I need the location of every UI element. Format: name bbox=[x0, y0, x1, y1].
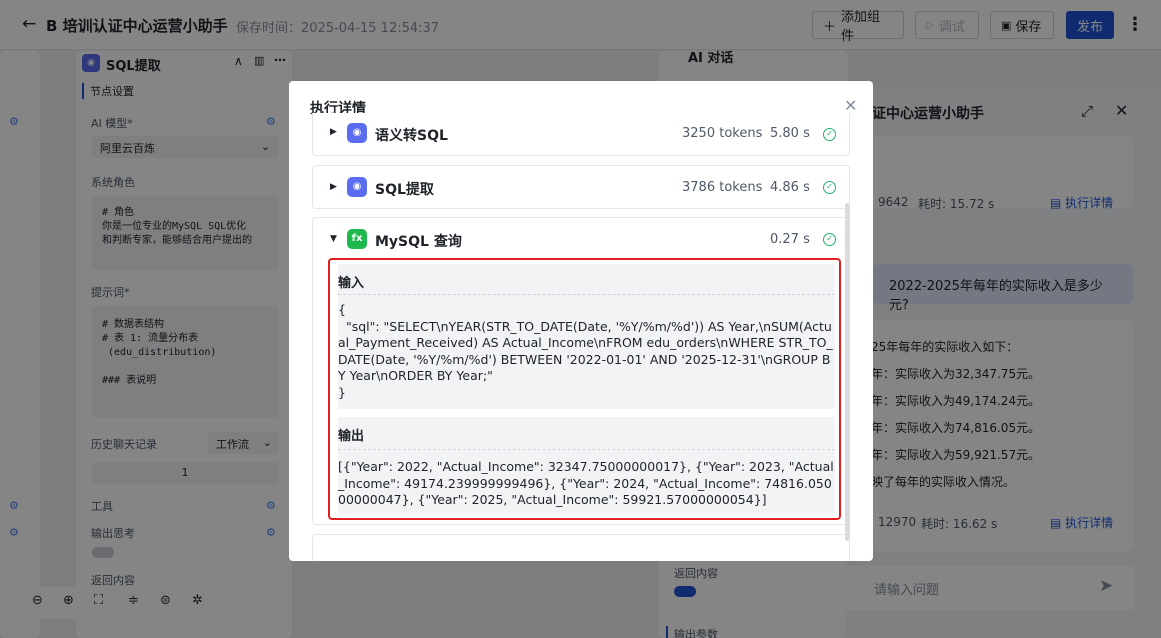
caret-right-icon[interactable]: ▶ bbox=[330, 182, 337, 192]
caret-down-icon[interactable]: ▼ bbox=[330, 234, 337, 244]
check-icon: ✓ bbox=[823, 128, 836, 141]
input-content: { "sql": "SELECT\nYEAR(STR_TO_DATE(Date,… bbox=[338, 295, 835, 409]
step-duration: 0.27 s bbox=[770, 232, 810, 247]
step-row[interactable]: ▶ ◉ SQL提取 3786 tokens 4.86 s ✓ bbox=[312, 165, 850, 209]
step-tokens: 3250 tokens bbox=[682, 126, 763, 141]
step-duration: 4.86 s bbox=[770, 180, 810, 195]
modal-scrollbar[interactable] bbox=[845, 203, 850, 541]
step-name: MySQL 查询 bbox=[375, 234, 462, 250]
execution-detail-modal: 执行详情 ✕ ▶ ◉ 语义转SQL 3250 tokens 5.80 s ✓ ▶… bbox=[289, 81, 873, 561]
output-content: [{"Year": 2022, "Actual_Income": 32347.7… bbox=[338, 450, 835, 514]
check-icon: ✓ bbox=[823, 233, 836, 246]
step-duration: 5.80 s bbox=[770, 126, 810, 141]
step-name: 语义转SQL bbox=[375, 128, 448, 144]
check-icon: ✓ bbox=[823, 181, 836, 194]
step-name: SQL提取 bbox=[375, 182, 434, 198]
step-tokens: 3786 tokens bbox=[682, 180, 763, 195]
step-row[interactable]: ▶ ◉ 语义转SQL 3250 tokens 5.80 s ✓ bbox=[312, 113, 850, 156]
output-header: 输出 bbox=[338, 417, 835, 449]
chat-bot-icon: ◉ bbox=[347, 123, 367, 143]
input-header: 输入 bbox=[338, 264, 835, 296]
io-highlight-box: 输入 { "sql": "SELECT\nYEAR(STR_TO_DATE(Da… bbox=[328, 258, 841, 520]
function-icon: fx bbox=[347, 229, 367, 249]
chat-bot-icon: ◉ bbox=[347, 177, 367, 197]
caret-right-icon[interactable]: ▶ bbox=[330, 127, 337, 137]
step-row[interactable] bbox=[312, 534, 850, 561]
